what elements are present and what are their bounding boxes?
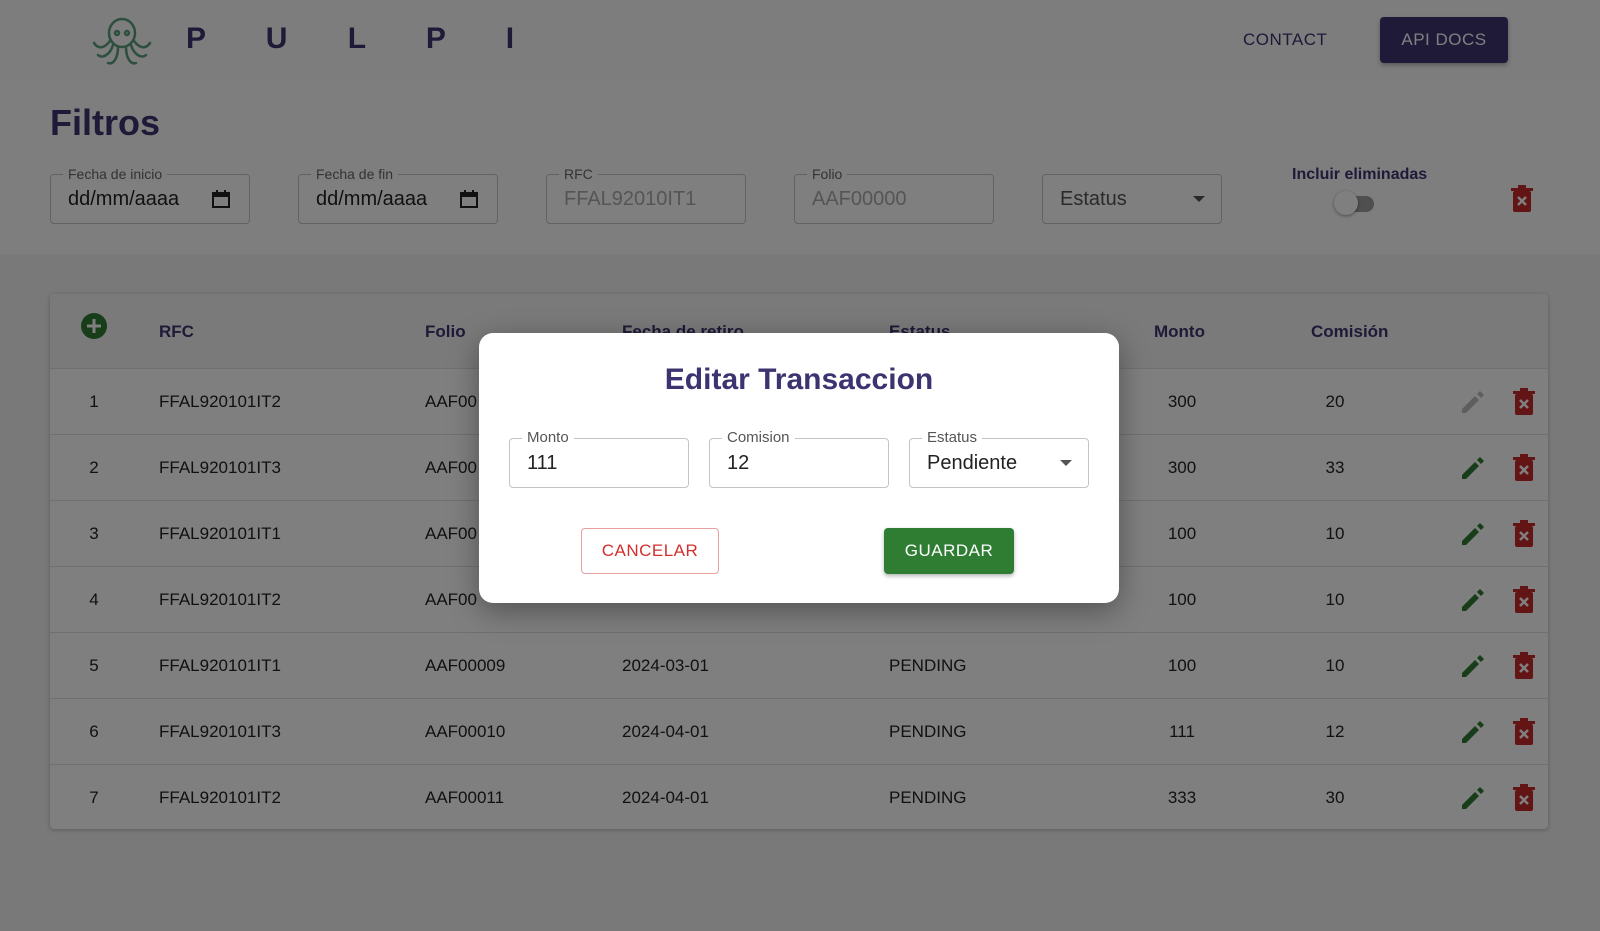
estatus-value: Pendiente bbox=[927, 452, 1018, 474]
monto-label: Monto bbox=[522, 430, 574, 446]
comision-value: 12 bbox=[727, 452, 750, 474]
save-button[interactable]: GUARDAR bbox=[884, 528, 1014, 574]
comision-label: Comision bbox=[722, 430, 795, 446]
dialog-title: Editar Transaccion bbox=[664, 363, 934, 396]
monto-value: 111 bbox=[527, 452, 558, 474]
cancel-button[interactable]: CANCELAR bbox=[581, 528, 719, 574]
estatus-label: Estatus bbox=[922, 430, 983, 446]
comision-field[interactable]: Comision 12 bbox=[709, 430, 889, 488]
dropdown-caret-icon bbox=[1060, 460, 1072, 466]
monto-field[interactable]: Monto 111 bbox=[509, 430, 689, 488]
edit-transaction-dialog: Editar Transaccion Monto 111 Comision 12… bbox=[479, 333, 1119, 603]
estatus-select[interactable]: Estatus Pendiente bbox=[909, 430, 1089, 488]
